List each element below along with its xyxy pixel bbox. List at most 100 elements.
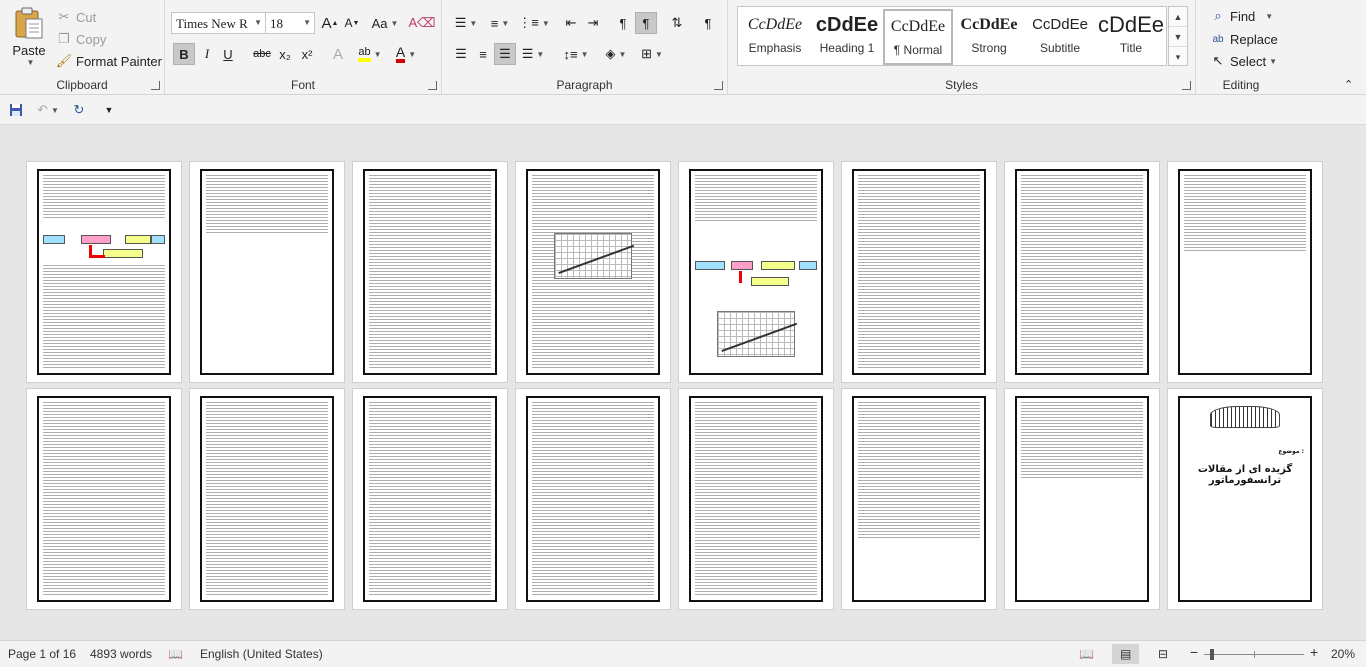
text-effects-button[interactable]: A <box>327 43 349 65</box>
strikethrough-button[interactable]: abc <box>251 43 273 65</box>
gallery-up-icon[interactable]: ▲ <box>1169 7 1187 27</box>
zoom-in-button[interactable]: + <box>1310 644 1318 660</box>
paste-button[interactable]: Paste ▼ <box>10 6 48 72</box>
numbering-button[interactable]: ≡ ▼ <box>484 12 516 34</box>
style-sample: CcDdEe <box>747 16 803 33</box>
page-thumbnail[interactable] <box>352 161 508 383</box>
read-mode-button[interactable]: 📖 <box>1079 647 1094 661</box>
shrink-font-button[interactable]: A ▼ <box>341 12 363 34</box>
paste-dropdown-icon[interactable]: ▼ <box>27 58 35 67</box>
find-button[interactable]: ⌕ Find ▼ <box>1208 6 1273 26</box>
style-normal[interactable]: CcDdEe ¶ Normal <box>883 9 953 65</box>
page-thumbnail[interactable] <box>1167 161 1323 383</box>
superscript-button[interactable]: x² <box>296 43 318 65</box>
clear-formatting-button[interactable]: A⌫ <box>408 12 435 34</box>
undo-button[interactable]: ↶ ▼ <box>34 99 62 121</box>
align-left-button[interactable]: ☰ <box>450 43 472 65</box>
increase-indent-button[interactable]: ⇥ <box>582 12 604 34</box>
subscript-button[interactable]: x₂ <box>274 43 296 65</box>
document-canvas[interactable]: موضوع : گزیده ای از مقالات ترانسفورماتور <box>0 126 1366 640</box>
style-strong[interactable]: CcDdEe Strong <box>954 9 1024 65</box>
proofing-icon[interactable]: 📖 <box>168 647 183 661</box>
save-button[interactable] <box>5 99 27 121</box>
ribbon: Paste ▼ ✂ Cut ❐ Copy 🖌 Format Painter Cl… <box>0 0 1366 95</box>
underline-button[interactable]: U <box>217 43 239 65</box>
style-title[interactable]: cDdEe Title <box>1096 9 1166 65</box>
page-thumbnail[interactable] <box>1004 388 1160 610</box>
customize-qat-button[interactable]: ▼ <box>98 99 120 121</box>
font-size-dropdown-icon[interactable]: ▼ <box>303 18 311 27</box>
page-thumbnail[interactable] <box>189 388 345 610</box>
ltr-direction-button[interactable]: ¶ <box>612 12 634 34</box>
page-count[interactable]: Page 1 of 16 <box>8 647 76 661</box>
zoom-level[interactable]: 20% <box>1331 647 1355 661</box>
highlight-button[interactable]: ab ▼ <box>358 43 382 65</box>
font-name-dropdown-icon[interactable]: ▼ <box>254 18 262 27</box>
rtl-direction-button[interactable]: ¶ <box>635 12 657 34</box>
page-thumbnail[interactable] <box>26 388 182 610</box>
replace-icon: ab <box>1212 33 1224 45</box>
clipboard-launcher-icon[interactable] <box>151 81 160 90</box>
replace-button[interactable]: ab Replace <box>1208 29 1277 49</box>
shading-button[interactable]: ◈ ▼ <box>600 43 632 65</box>
font-launcher-icon[interactable] <box>428 81 437 90</box>
rtl-direction-icon: ¶ <box>642 15 650 31</box>
font-name-field[interactable]: Times New R ▼ <box>171 12 266 34</box>
grow-font-button[interactable]: A ▲ <box>319 12 341 34</box>
bold-button[interactable]: B <box>173 43 195 65</box>
collapse-ribbon-button[interactable]: ⌃ <box>1344 78 1353 91</box>
line-spacing-button[interactable]: ↕≡ ▼ <box>560 43 592 65</box>
zoom-out-button[interactable]: − <box>1190 644 1198 660</box>
shrink-font-icon: A <box>344 16 353 30</box>
page-thumbnail[interactable] <box>352 388 508 610</box>
web-layout-button[interactable]: ⊟ <box>1158 647 1168 661</box>
gallery-down-icon[interactable]: ▼ <box>1169 27 1187 47</box>
find-dropdown-icon[interactable]: ▼ <box>1265 12 1273 21</box>
cut-button[interactable]: ✂ Cut <box>54 7 97 27</box>
copy-button[interactable]: ❐ Copy <box>54 29 106 49</box>
zoom-slider-thumb[interactable] <box>1210 649 1214 660</box>
figure <box>695 251 817 295</box>
word-count[interactable]: 4893 words <box>90 647 152 661</box>
language[interactable]: English (United States) <box>200 647 323 661</box>
style-heading-1[interactable]: cDdEe Heading 1 <box>812 9 882 65</box>
font-size-field[interactable]: 18 ▼ <box>265 12 315 34</box>
borders-button[interactable]: ⊞ ▼ <box>636 43 668 65</box>
align-right-button[interactable]: ☰ <box>494 43 516 65</box>
align-center-button[interactable]: ≡ <box>472 43 494 65</box>
paragraph-launcher-icon[interactable] <box>714 81 723 90</box>
show-marks-button[interactable]: ¶ <box>697 12 719 34</box>
format-painter-button[interactable]: 🖌 Format Painter <box>54 51 162 71</box>
page-thumbnail[interactable] <box>1004 161 1160 383</box>
font-color-button[interactable]: A ▼ <box>395 43 417 65</box>
redo-button[interactable]: ↻ <box>68 99 90 121</box>
bullets-button[interactable]: ☰ ▼ <box>450 12 482 34</box>
page-thumbnail[interactable] <box>515 388 671 610</box>
change-case-button[interactable]: Aa ▼ <box>370 12 400 34</box>
styles-launcher-icon[interactable] <box>1182 81 1191 90</box>
page-thumbnail[interactable] <box>841 388 997 610</box>
print-layout-button[interactable]: ▤ <box>1112 644 1140 664</box>
zoom-slider[interactable] <box>1204 649 1304 660</box>
minus-icon: − <box>1190 644 1199 660</box>
gallery-more-icon[interactable]: ▾ <box>1169 47 1187 67</box>
sort-button[interactable]: ⇅ <box>666 12 688 34</box>
italic-button[interactable]: I <box>196 43 218 65</box>
bullets-icon: ☰ <box>454 15 467 30</box>
page-thumbnail[interactable] <box>515 161 671 383</box>
justify-button[interactable]: ☰ ▼ <box>518 43 548 65</box>
page-thumbnail[interactable] <box>26 161 182 383</box>
decrease-indent-button[interactable]: ⇤ <box>560 12 582 34</box>
style-subtitle[interactable]: CcDdEe Subtitle <box>1025 9 1095 65</box>
page-thumbnail[interactable] <box>189 161 345 383</box>
page-thumbnail-title-page[interactable]: موضوع : گزیده ای از مقالات ترانسفورماتور <box>1167 388 1323 610</box>
style-name: Emphasis <box>748 41 802 55</box>
select-dropdown-icon[interactable]: ▼ <box>1269 57 1277 66</box>
style-emphasis[interactable]: CcDdEe Emphasis <box>740 9 810 65</box>
page-thumbnail[interactable] <box>841 161 997 383</box>
multilevel-list-button[interactable]: ⋮≡ ▼ <box>518 12 550 34</box>
page-thumbnail[interactable] <box>678 388 834 610</box>
page-thumbnail[interactable] <box>678 161 834 383</box>
select-button[interactable]: ↖ Select ▼ <box>1208 51 1278 71</box>
show-marks-icon: ¶ <box>704 15 712 31</box>
